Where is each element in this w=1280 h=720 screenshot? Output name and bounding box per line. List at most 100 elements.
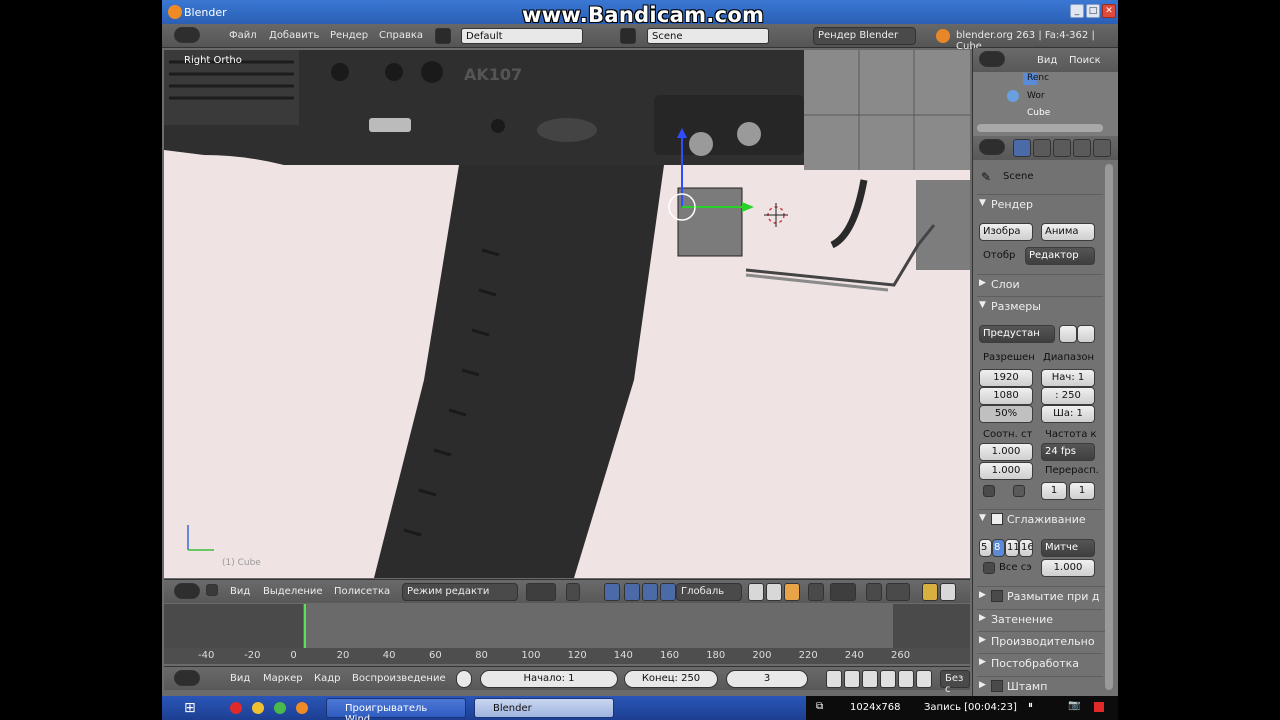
edge-select-icon[interactable] [766,583,782,601]
3d-viewport[interactable]: AK107 Right Ortho (1) Cube [164,50,970,578]
manipulator-icon[interactable] [604,583,620,601]
jump-end-icon[interactable] [916,670,932,688]
play-reverse-icon[interactable] [862,670,878,688]
menu-add[interactable]: Добавить [269,30,319,41]
menu-search[interactable]: Поиск [1069,55,1101,66]
aspect-y-field[interactable]: 1.000 [979,462,1033,480]
stop-icon[interactable] [1094,702,1104,712]
render-image-button[interactable]: Изобра [979,223,1033,241]
aa-samples-5[interactable]: 5 [979,539,992,557]
border-checkbox[interactable] [983,485,995,497]
panel-motion-blur-header[interactable]: ▶ Размытие при д [977,586,1107,606]
editor-type-button[interactable] [174,583,200,599]
translate-icon[interactable] [624,583,640,601]
end-frame-field[interactable]: Конец: 250 [624,670,718,688]
outliner-item[interactable]: Cube [1027,108,1050,118]
properties-scrollbar[interactable] [1105,164,1113,690]
scene-icon[interactable] [620,28,636,44]
current-frame-line[interactable] [304,604,306,648]
start-icon[interactable]: ⊞ [184,700,196,716]
aa-samples-16[interactable]: 16 [1019,539,1033,557]
add-preset-button[interactable] [1059,325,1077,343]
aa-checkbox[interactable] [991,513,1003,525]
scene-context-icon[interactable] [1033,139,1051,157]
stamp-checkbox[interactable] [991,680,1003,692]
scale-icon[interactable] [660,583,676,601]
aa-samples-11[interactable]: 11 [1005,539,1019,557]
panel-layers-header[interactable]: ▶ Слои [977,274,1103,294]
browser-icon[interactable] [274,702,286,714]
snap-target-icon[interactable] [886,583,910,601]
fps-select[interactable]: 24 fps [1041,443,1095,461]
menu-select[interactable]: Выделение [263,586,323,597]
aa-samples-8[interactable]: 8 [992,539,1005,557]
current-frame-field[interactable]: 3 [726,670,808,688]
rotate-icon[interactable] [642,583,658,601]
resolution-percent-field[interactable]: 50% [979,405,1033,423]
prev-keyframe-icon[interactable] [844,670,860,688]
timeline-track[interactable] [164,604,970,648]
mode-select[interactable]: Режим редакти [402,583,518,601]
panel-stamp-header[interactable]: ▶ Штамп [977,676,1103,696]
frame-step-field[interactable]: Ша: 1 [1041,405,1095,423]
menu-view[interactable]: Вид [230,586,250,597]
panel-dimensions-header[interactable]: ▼ Размеры [977,296,1103,316]
world-context-icon[interactable] [1053,139,1071,157]
presets-select[interactable]: Предустан [979,325,1055,343]
object-context-icon[interactable] [1073,139,1091,157]
record-icon[interactable] [456,670,472,688]
frame-end-field[interactable]: : 250 [1041,387,1095,405]
panel-render-header[interactable]: ▼ Рендер [977,194,1103,214]
task-media-player[interactable]: Проигрыватель Wind... [326,698,466,720]
aspect-x-field[interactable]: 1.000 [979,443,1033,461]
menu-file[interactable]: Файл [229,30,257,41]
pause-icon[interactable]: ⏸ [1028,700,1033,711]
menu-render[interactable]: Рендер [330,30,368,41]
full-sample-checkbox[interactable] [983,562,995,574]
aa-filter-select[interactable]: Митче [1041,539,1095,557]
remap-new-field[interactable]: 1 [1069,482,1095,500]
proportional-edit-select[interactable] [830,583,856,601]
layout-field[interactable]: Default [461,28,583,44]
menu-help[interactable]: Справка [379,30,423,41]
editor-type-button[interactable] [979,51,1005,67]
timeline-ruler[interactable]: -40 -20 0 20 40 60 80 100 120 140 160 180 200 220 240 2… [164,648,970,664]
outliner-item[interactable]: Wor [1027,91,1045,101]
jump-start-icon[interactable] [826,670,842,688]
display-select[interactable]: Редактор [1025,247,1095,265]
app-icon[interactable] [252,702,264,714]
panel-performance-header[interactable]: ▶ Производительно [977,631,1107,651]
collapse-menu-button[interactable] [206,584,218,596]
menu-view[interactable]: Вид [230,673,250,684]
sync-select[interactable]: Без с [940,670,970,695]
menu-playback[interactable]: Воспроизведение [352,673,446,684]
resolution-y-field[interactable]: 1080 [979,387,1033,405]
face-select-icon[interactable] [784,583,800,601]
layout-icon[interactable] [435,28,451,44]
timeline-editor[interactable]: -40 -20 0 20 40 60 80 100 120 140 160 180 200 220 240 2… [164,604,970,664]
next-keyframe-icon[interactable] [898,670,914,688]
menu-view[interactable]: Вид [1037,55,1057,66]
editor-type-button[interactable] [979,139,1005,155]
remove-preset-button[interactable] [1077,325,1095,343]
vertex-select-icon[interactable] [748,583,764,601]
magnet-icon[interactable] [866,583,882,601]
task-blender[interactable]: Blender [474,698,614,718]
pivot-icon[interactable] [566,583,580,601]
record-app-icon[interactable] [230,702,242,714]
panel-shading-header[interactable]: ▶ Затенение [977,609,1103,629]
editor-type-button[interactable] [174,27,200,43]
panel-aa-header[interactable]: ▼ Сглаживание [977,509,1103,529]
menu-frame[interactable]: Кадр [314,673,341,684]
outliner-item[interactable]: Renc [1027,73,1049,83]
constraint-context-icon[interactable] [1093,139,1111,157]
editor-type-button[interactable] [174,670,200,686]
occlude-icon[interactable] [808,583,824,601]
play-icon[interactable] [880,670,896,688]
menu-marker[interactable]: Маркер [263,673,303,684]
viewport-shading-select[interactable] [526,583,556,601]
start-frame-field[interactable]: Начало: 1 [480,670,618,688]
outliner-scrollbar[interactable] [977,124,1103,132]
panel-post-header[interactable]: ▶ Постобработка [977,653,1103,673]
render-anim-icon[interactable] [940,583,956,601]
